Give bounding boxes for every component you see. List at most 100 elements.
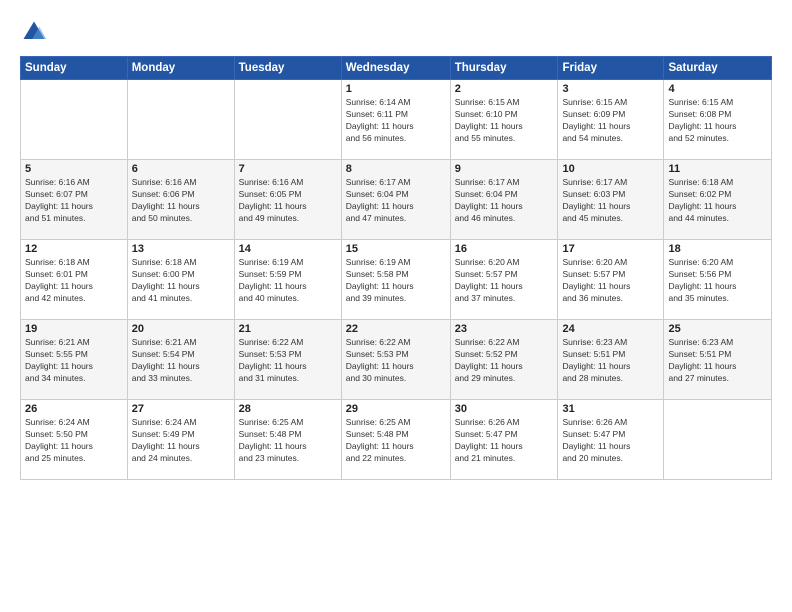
day-number: 2 — [455, 83, 554, 95]
week-row-0: 1 Sunrise: 6:14 AM Sunset: 6:11 PM Daylig… — [21, 80, 772, 160]
calendar-cell: 19 Sunrise: 6:21 AM Sunset: 5:55 PM Dayli… — [21, 320, 128, 400]
day-info: Sunrise: 6:16 AM Sunset: 6:05 PM Dayligh… — [239, 177, 337, 225]
day-number: 13 — [132, 243, 230, 255]
day-number: 24 — [562, 323, 659, 335]
calendar-cell — [664, 400, 772, 480]
day-number: 30 — [455, 403, 554, 415]
day-info: Sunrise: 6:16 AM Sunset: 6:07 PM Dayligh… — [25, 177, 123, 225]
day-number: 3 — [562, 83, 659, 95]
day-number: 26 — [25, 403, 123, 415]
calendar-cell: 10 Sunrise: 6:17 AM Sunset: 6:03 PM Dayli… — [558, 160, 664, 240]
day-info: Sunrise: 6:24 AM Sunset: 5:50 PM Dayligh… — [25, 417, 123, 465]
day-number: 5 — [25, 163, 123, 175]
calendar-cell — [234, 80, 341, 160]
calendar-cell: 4 Sunrise: 6:15 AM Sunset: 6:08 PM Daylig… — [664, 80, 772, 160]
day-number: 6 — [132, 163, 230, 175]
day-info: Sunrise: 6:20 AM Sunset: 5:57 PM Dayligh… — [455, 257, 554, 305]
calendar-cell: 20Sunrise: 6:21 AM Sunset: 5:54 PM Dayli… — [127, 320, 234, 400]
day-info: Sunrise: 6:19 AM Sunset: 5:58 PM Dayligh… — [346, 257, 446, 305]
calendar-cell: 6Sunrise: 6:16 AM Sunset: 6:06 PM Daylig… — [127, 160, 234, 240]
day-info: Sunrise: 6:23 AM Sunset: 5:51 PM Dayligh… — [668, 337, 767, 385]
calendar-cell: 8 Sunrise: 6:17 AM Sunset: 6:04 PM Daylig… — [341, 160, 450, 240]
calendar-cell — [21, 80, 128, 160]
header — [20, 18, 772, 46]
calendar-cell: 26 Sunrise: 6:24 AM Sunset: 5:50 PM Dayli… — [21, 400, 128, 480]
calendar-cell: 22 Sunrise: 6:22 AM Sunset: 5:53 PM Dayli… — [341, 320, 450, 400]
day-info: Sunrise: 6:17 AM Sunset: 6:04 PM Dayligh… — [455, 177, 554, 225]
day-info: Sunrise: 6:22 AM Sunset: 5:53 PM Dayligh… — [346, 337, 446, 385]
calendar-cell: 12 Sunrise: 6:18 AM Sunset: 6:01 PM Dayli… — [21, 240, 128, 320]
day-number: 8 — [346, 163, 446, 175]
day-info: Sunrise: 6:14 AM Sunset: 6:11 PM Dayligh… — [346, 97, 446, 145]
calendar-cell: 23 Sunrise: 6:22 AM Sunset: 5:52 PM Dayli… — [450, 320, 558, 400]
day-number: 31 — [562, 403, 659, 415]
weekday-header-row: SundayMondayTuesdayWednesdayThursdayFrid… — [21, 57, 772, 80]
day-info: Sunrise: 6:22 AM Sunset: 5:53 PM Dayligh… — [239, 337, 337, 385]
day-info: Sunrise: 6:17 AM Sunset: 6:03 PM Dayligh… — [562, 177, 659, 225]
day-number: 10 — [562, 163, 659, 175]
logo-icon — [20, 18, 48, 46]
day-number: 27 — [132, 403, 230, 415]
calendar-cell: 14Sunrise: 6:19 AM Sunset: 5:59 PM Dayli… — [234, 240, 341, 320]
weekday-header-tuesday: Tuesday — [234, 57, 341, 80]
calendar-cell: 15 Sunrise: 6:19 AM Sunset: 5:58 PM Dayli… — [341, 240, 450, 320]
day-info: Sunrise: 6:17 AM Sunset: 6:04 PM Dayligh… — [346, 177, 446, 225]
day-number: 11 — [668, 163, 767, 175]
calendar-cell — [127, 80, 234, 160]
calendar-cell: 2 Sunrise: 6:15 AM Sunset: 6:10 PM Daylig… — [450, 80, 558, 160]
week-row-2: 12 Sunrise: 6:18 AM Sunset: 6:01 PM Dayli… — [21, 240, 772, 320]
calendar-cell: 24Sunrise: 6:23 AM Sunset: 5:51 PM Dayli… — [558, 320, 664, 400]
day-number: 1 — [346, 83, 446, 95]
day-info: Sunrise: 6:21 AM Sunset: 5:55 PM Dayligh… — [25, 337, 123, 385]
calendar-cell: 29 Sunrise: 6:25 AM Sunset: 5:48 PM Dayli… — [341, 400, 450, 480]
calendar-cell: 17Sunrise: 6:20 AM Sunset: 5:57 PM Dayli… — [558, 240, 664, 320]
calendar-cell: 3 Sunrise: 6:15 AM Sunset: 6:09 PM Daylig… — [558, 80, 664, 160]
calendar: SundayMondayTuesdayWednesdayThursdayFrid… — [20, 56, 772, 480]
day-number: 9 — [455, 163, 554, 175]
weekday-header-monday: Monday — [127, 57, 234, 80]
day-number: 22 — [346, 323, 446, 335]
calendar-cell: 9 Sunrise: 6:17 AM Sunset: 6:04 PM Daylig… — [450, 160, 558, 240]
week-row-3: 19 Sunrise: 6:21 AM Sunset: 5:55 PM Dayli… — [21, 320, 772, 400]
day-info: Sunrise: 6:15 AM Sunset: 6:08 PM Dayligh… — [668, 97, 767, 145]
day-number: 23 — [455, 323, 554, 335]
day-number: 19 — [25, 323, 123, 335]
day-info: Sunrise: 6:15 AM Sunset: 6:10 PM Dayligh… — [455, 97, 554, 145]
weekday-header-wednesday: Wednesday — [341, 57, 450, 80]
calendar-cell: 13Sunrise: 6:18 AM Sunset: 6:00 PM Dayli… — [127, 240, 234, 320]
day-info: Sunrise: 6:25 AM Sunset: 5:48 PM Dayligh… — [239, 417, 337, 465]
day-number: 29 — [346, 403, 446, 415]
calendar-cell: 25Sunrise: 6:23 AM Sunset: 5:51 PM Dayli… — [664, 320, 772, 400]
calendar-cell: 16Sunrise: 6:20 AM Sunset: 5:57 PM Dayli… — [450, 240, 558, 320]
day-info: Sunrise: 6:18 AM Sunset: 6:02 PM Dayligh… — [668, 177, 767, 225]
calendar-cell: 11 Sunrise: 6:18 AM Sunset: 6:02 PM Dayli… — [664, 160, 772, 240]
calendar-cell: 30 Sunrise: 6:26 AM Sunset: 5:47 PM Dayli… — [450, 400, 558, 480]
day-info: Sunrise: 6:24 AM Sunset: 5:49 PM Dayligh… — [132, 417, 230, 465]
week-row-4: 26 Sunrise: 6:24 AM Sunset: 5:50 PM Dayli… — [21, 400, 772, 480]
calendar-cell: 27 Sunrise: 6:24 AM Sunset: 5:49 PM Dayli… — [127, 400, 234, 480]
day-info: Sunrise: 6:22 AM Sunset: 5:52 PM Dayligh… — [455, 337, 554, 385]
day-info: Sunrise: 6:26 AM Sunset: 5:47 PM Dayligh… — [455, 417, 554, 465]
calendar-cell: 1 Sunrise: 6:14 AM Sunset: 6:11 PM Daylig… — [341, 80, 450, 160]
calendar-cell: 7 Sunrise: 6:16 AM Sunset: 6:05 PM Daylig… — [234, 160, 341, 240]
calendar-cell: 18Sunrise: 6:20 AM Sunset: 5:56 PM Dayli… — [664, 240, 772, 320]
weekday-header-sunday: Sunday — [21, 57, 128, 80]
calendar-cell: 21Sunrise: 6:22 AM Sunset: 5:53 PM Dayli… — [234, 320, 341, 400]
day-number: 4 — [668, 83, 767, 95]
weekday-header-thursday: Thursday — [450, 57, 558, 80]
calendar-cell: 28Sunrise: 6:25 AM Sunset: 5:48 PM Dayli… — [234, 400, 341, 480]
logo — [20, 18, 52, 46]
day-number: 20 — [132, 323, 230, 335]
page: SundayMondayTuesdayWednesdayThursdayFrid… — [0, 0, 792, 612]
day-number: 7 — [239, 163, 337, 175]
day-number: 12 — [25, 243, 123, 255]
weekday-header-saturday: Saturday — [664, 57, 772, 80]
day-info: Sunrise: 6:25 AM Sunset: 5:48 PM Dayligh… — [346, 417, 446, 465]
week-row-1: 5 Sunrise: 6:16 AM Sunset: 6:07 PM Daylig… — [21, 160, 772, 240]
day-info: Sunrise: 6:20 AM Sunset: 5:56 PM Dayligh… — [668, 257, 767, 305]
day-number: 17 — [562, 243, 659, 255]
day-info: Sunrise: 6:15 AM Sunset: 6:09 PM Dayligh… — [562, 97, 659, 145]
day-number: 15 — [346, 243, 446, 255]
day-info: Sunrise: 6:19 AM Sunset: 5:59 PM Dayligh… — [239, 257, 337, 305]
day-info: Sunrise: 6:18 AM Sunset: 6:01 PM Dayligh… — [25, 257, 123, 305]
